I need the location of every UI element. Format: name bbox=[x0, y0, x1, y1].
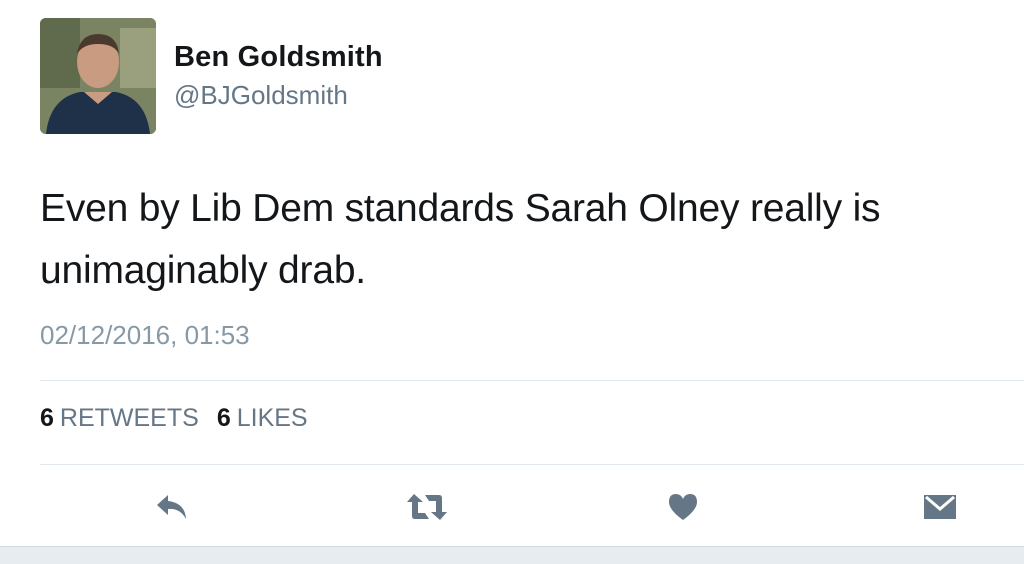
retweets-stat[interactable]: 6 RETWEETS bbox=[40, 404, 199, 433]
reply-icon bbox=[157, 495, 186, 519]
display-name[interactable]: Ben Goldsmith bbox=[174, 40, 383, 74]
tweet-header: Ben Goldsmith @BJGoldsmith bbox=[40, 18, 383, 134]
retweet-button[interactable] bbox=[405, 485, 449, 529]
likes-label: LIKES bbox=[236, 404, 308, 432]
avatar[interactable] bbox=[40, 18, 156, 134]
tweet-detail: Ben Goldsmith @BJGoldsmith Even by Lib D… bbox=[0, 0, 1024, 564]
direct-message-button[interactable] bbox=[918, 485, 962, 529]
heart-icon bbox=[669, 494, 697, 520]
user-handle[interactable]: @BJGoldsmith bbox=[174, 78, 383, 112]
likes-count: 6 bbox=[216, 404, 231, 432]
divider bbox=[40, 464, 1024, 465]
reply-button[interactable] bbox=[150, 485, 194, 529]
divider bbox=[40, 380, 1024, 381]
tweet-timestamp: 02/12/2016, 01:53 bbox=[40, 320, 250, 350]
like-button[interactable] bbox=[661, 485, 705, 529]
retweets-label: RETWEETS bbox=[59, 404, 199, 432]
bottom-bar bbox=[0, 546, 1024, 564]
avatar-photo-icon bbox=[40, 18, 156, 134]
tweet-actions bbox=[0, 485, 1024, 529]
envelope-icon bbox=[924, 495, 956, 519]
tweet-stats: 6 RETWEETS 6 LIKES bbox=[40, 404, 308, 433]
retweet-icon bbox=[407, 494, 447, 520]
user-names: Ben Goldsmith @BJGoldsmith bbox=[174, 40, 383, 112]
retweets-count: 6 bbox=[40, 404, 54, 432]
likes-stat[interactable]: 6 LIKES bbox=[217, 404, 308, 433]
tweet-text: Even by Lib Dem standards Sarah Olney re… bbox=[40, 187, 881, 292]
